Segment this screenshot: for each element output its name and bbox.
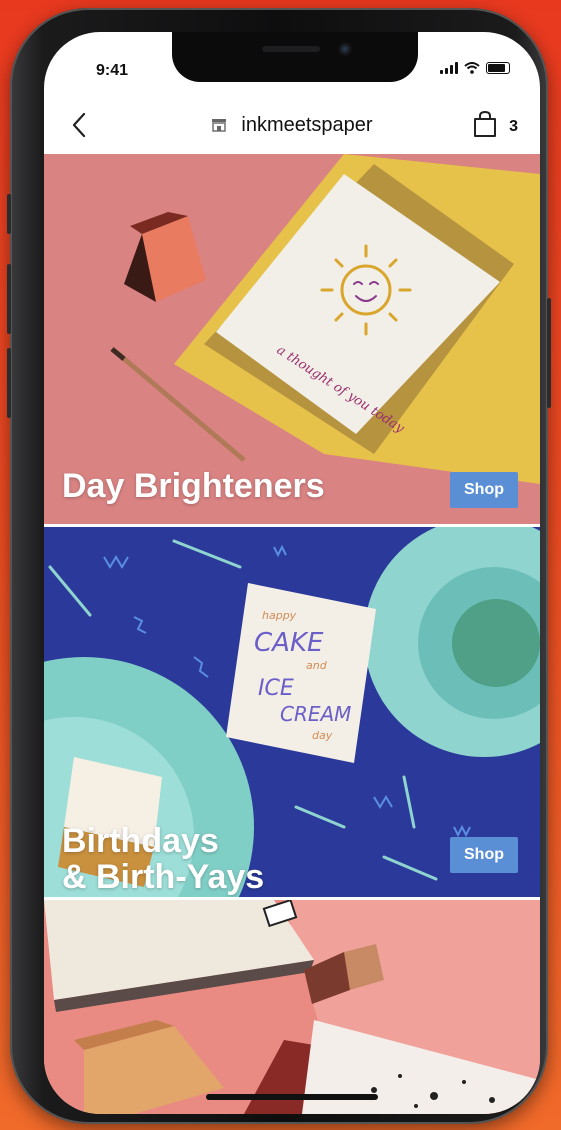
- storefront-icon: [212, 119, 227, 132]
- nav-bar: inkmeetspaper 3: [44, 94, 540, 154]
- card-word-cream: CREAM: [280, 702, 351, 726]
- volume-up-button: [7, 264, 11, 334]
- front-camera: [338, 42, 352, 56]
- card-word-cake: CAKE: [254, 628, 324, 658]
- shop-title[interactable]: inkmeetspaper: [44, 114, 540, 137]
- phone-frame: 9:41 inkmeetspaper 3 a thought of you to…: [7, 8, 551, 1124]
- notch: [172, 32, 418, 82]
- shopping-bag-icon[interactable]: [472, 110, 498, 138]
- card-word-day: day: [312, 729, 333, 742]
- collection-third[interactable]: [44, 900, 540, 1114]
- shop-birthdays-button[interactable]: Shop: [450, 837, 518, 873]
- shop-name: inkmeetspaper: [241, 114, 373, 136]
- collection-title: Birthdays & Birth-Yays: [62, 822, 265, 896]
- power-button: [547, 298, 551, 408]
- mute-switch: [7, 194, 11, 234]
- shop-day-brighteners-button[interactable]: Shop: [450, 472, 518, 508]
- status-icons: [440, 62, 510, 74]
- collection-birthdays[interactable]: happy CAKE and ICE CREAM day Birthdays &…: [44, 527, 540, 897]
- collection-day-brighteners[interactable]: a thought of you today Day Brighteners S…: [44, 154, 540, 524]
- card-word-and: and: [306, 659, 328, 672]
- signal-icon: [440, 62, 458, 74]
- cart-count: 3: [509, 118, 518, 135]
- wifi-icon: [464, 62, 480, 74]
- card-word-happy: happy: [262, 609, 297, 622]
- volume-down-button: [7, 348, 11, 418]
- speaker: [262, 46, 320, 52]
- screen: 9:41 inkmeetspaper 3 a thought of you to…: [44, 32, 540, 1114]
- collection-title: Day Brighteners: [62, 467, 325, 505]
- home-indicator[interactable]: [206, 1094, 378, 1100]
- card-word-ice: ICE: [258, 676, 294, 701]
- status-time: 9:41: [96, 62, 129, 79]
- battery-icon: [486, 62, 510, 74]
- third-collection-image: [44, 900, 540, 1114]
